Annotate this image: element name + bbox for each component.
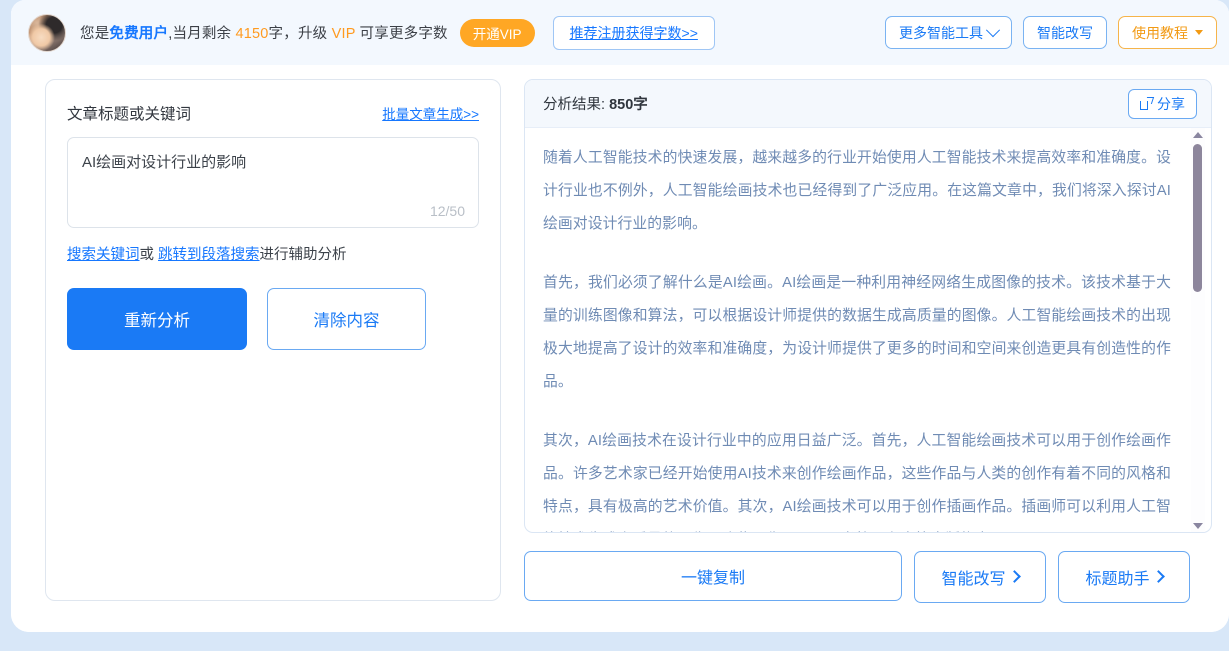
- hint-separator: 或: [139, 247, 155, 263]
- chevron-right-icon: [1151, 570, 1165, 583]
- status-mid-1: ,当月剩余: [168, 26, 232, 42]
- result-scrollbar[interactable]: [1191, 128, 1205, 532]
- search-keyword-link[interactable]: 搜索关键词: [67, 247, 140, 263]
- user-type-label: 免费用户: [109, 26, 169, 42]
- tutorial-label: 使用教程: [1132, 24, 1188, 41]
- result-word-count: 850字: [609, 97, 648, 113]
- share-label: 分享: [1157, 95, 1185, 112]
- share-button[interactable]: 分享: [1128, 88, 1197, 119]
- result-card: 分析结果: 850字 分享 随着人工智能技术的快速发展，越来越多的行业开始使用人…: [524, 79, 1212, 533]
- smart-rewrite-button[interactable]: 智能改写: [1023, 16, 1107, 49]
- title-helper-label: 标题助手: [1085, 571, 1150, 588]
- reanalyze-button[interactable]: 重新分析: [67, 288, 247, 350]
- share-icon: [1140, 97, 1153, 110]
- result-panel: 分析结果: 850字 分享 随着人工智能技术的快速发展，越来越多的行业开始使用人…: [524, 79, 1212, 603]
- clear-content-button[interactable]: 清除内容: [267, 288, 426, 350]
- hint-tail: 进行辅助分析: [259, 247, 347, 263]
- input-actions: 重新分析 清除内容: [67, 288, 479, 350]
- status-prefix: 您是: [80, 26, 110, 42]
- topbar-actions: 更多智能工具 智能改写 使用教程: [885, 16, 1217, 49]
- more-tools-button[interactable]: 更多智能工具: [885, 16, 1012, 49]
- status-suffix: 可享更多字数: [359, 26, 448, 42]
- input-panel-header: 文章标题或关键词 批量文章生成>>: [67, 102, 479, 124]
- remaining-words-count: 4150: [235, 26, 269, 42]
- chevron-down-icon: [985, 22, 1001, 37]
- app-window: 您是免费用户,当月剩余 4150字，升级 VIP 可享更多字数 开通VIP 推荐…: [11, 0, 1229, 632]
- char-counter: 12/50: [429, 203, 465, 219]
- result-paragraph: 随着人工智能技术的快速发展，越来越多的行业开始使用人工智能技术来提高效率和准确度…: [543, 150, 1171, 232]
- copy-button[interactable]: 一键复制: [524, 551, 902, 601]
- scroll-down-arrow-icon[interactable]: [1193, 523, 1203, 529]
- avatar[interactable]: [28, 13, 66, 52]
- jump-paragraph-search-link[interactable]: 跳转到段落搜索: [158, 247, 260, 263]
- input-section-title: 文章标题或关键词: [67, 106, 192, 123]
- smart-rewrite-action-label: 智能改写: [941, 571, 1006, 588]
- main-content: 文章标题或关键词 批量文章生成>> AI绘画对设计行业的影响 12/50 搜索关…: [11, 65, 1229, 632]
- input-panel: 文章标题或关键词 批量文章生成>> AI绘画对设计行业的影响 12/50 搜索关…: [45, 79, 501, 601]
- result-title: 分析结果: 850字: [543, 93, 648, 114]
- invite-register-button[interactable]: 推荐注册获得字数>>: [552, 15, 715, 50]
- result-paragraph: 其次，AI绘画技术在设计行业中的应用日益广泛。首先，人工智能绘画技术可以用于创作…: [543, 433, 1171, 515]
- invite-register-label: 推荐注册获得字数>>: [569, 24, 698, 41]
- more-tools-label: 更多智能工具: [899, 24, 983, 41]
- title-input-value[interactable]: AI绘画对设计行业的影响: [82, 151, 246, 172]
- result-label: 分析结果:: [543, 97, 606, 113]
- result-header: 分析结果: 850字 分享: [525, 80, 1211, 128]
- scrollbar-thumb[interactable]: [1193, 144, 1202, 292]
- open-vip-button[interactable]: 开通VIP: [459, 18, 535, 47]
- account-status-message: 您是免费用户,当月剩余 4150字，升级 VIP 可享更多字数: [80, 22, 448, 43]
- batch-generate-link[interactable]: 批量文章生成>>: [382, 103, 479, 123]
- title-input-box[interactable]: AI绘画对设计行业的影响 12/50: [67, 137, 479, 228]
- chevron-right-icon: [1007, 570, 1021, 583]
- result-actions: 一键复制 智能改写 标题助手: [524, 551, 1212, 603]
- result-text-body[interactable]: 随着人工智能技术的快速发展，越来越多的行业开始使用人工智能技术来提高效率和准确度…: [525, 128, 1211, 532]
- scroll-up-arrow-icon[interactable]: [1193, 132, 1203, 138]
- result-paragraph: 首先，我们必须了解什么是AI绘画。AI绘画是一种利用神经网络生成图像的技术。该技…: [543, 275, 1171, 390]
- topbar: 您是免费用户,当月剩余 4150字，升级 VIP 可享更多字数 开通VIP 推荐…: [11, 0, 1229, 65]
- title-helper-button[interactable]: 标题助手: [1058, 551, 1190, 603]
- caret-down-icon: [1195, 30, 1203, 35]
- vip-keyword: VIP: [331, 26, 356, 42]
- smart-rewrite-action-button[interactable]: 智能改写: [914, 551, 1046, 603]
- search-hint-row: 搜索关键词或 跳转到段落搜索进行辅助分析: [67, 243, 479, 264]
- tutorial-button[interactable]: 使用教程: [1118, 16, 1217, 49]
- smart-rewrite-label: 智能改写: [1037, 24, 1093, 41]
- status-mid-2: 字，升级: [268, 26, 328, 42]
